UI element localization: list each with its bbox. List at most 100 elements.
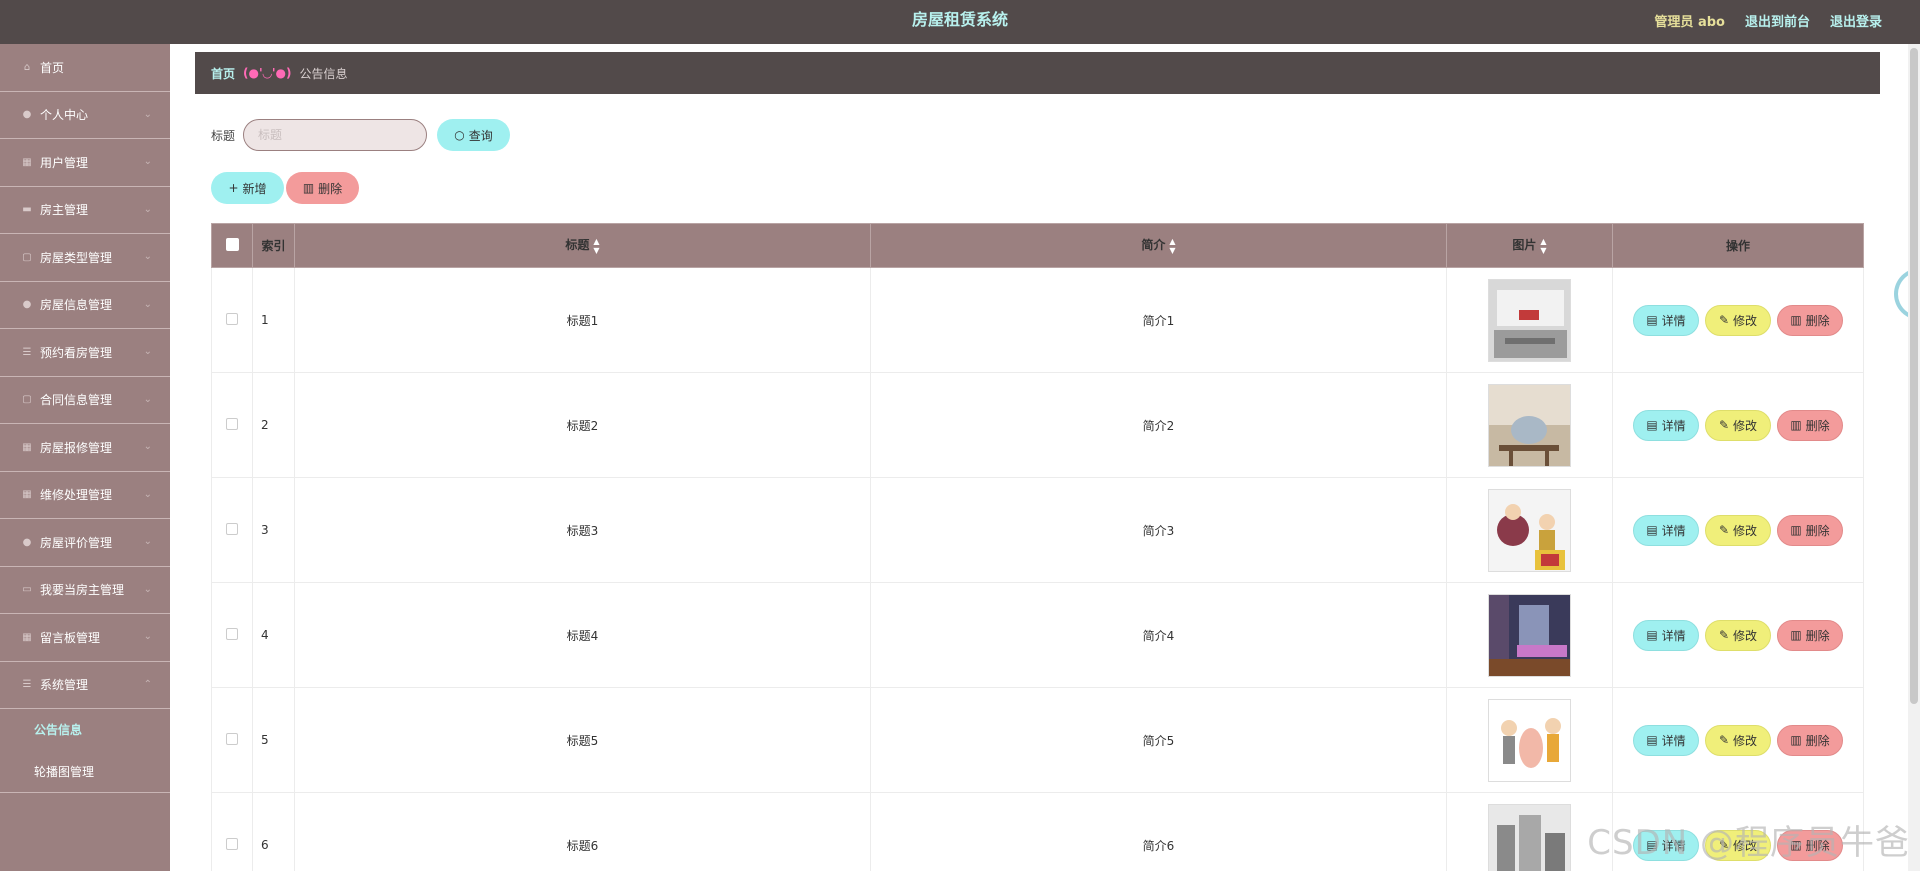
vertical-scrollbar[interactable] bbox=[1908, 44, 1920, 871]
row-checkbox[interactable] bbox=[226, 627, 238, 640]
sort-icon[interactable]: ▲ ▼ bbox=[593, 237, 599, 255]
row-title: 标题6 bbox=[294, 792, 871, 871]
sidebar-item-landlords[interactable]: ▬ 房主管理 ⌄ bbox=[0, 187, 170, 234]
sidebar-item-house-info[interactable]: ● 房屋信息管理 ⌄ bbox=[0, 282, 170, 329]
row-index: 5 bbox=[252, 687, 295, 793]
sidebar-item-label: 系统管理 bbox=[40, 678, 89, 693]
add-button[interactable]: + 新增 bbox=[211, 172, 284, 204]
row-checkbox[interactable] bbox=[226, 522, 238, 535]
table-row: 3 标题3 简介3 ▤ 详情 ✎ 修改 ▥ 删除 bbox=[211, 477, 1864, 583]
sidebar-item-reviews[interactable]: ● 房屋评价管理 ⌄ bbox=[0, 519, 170, 567]
detail-button[interactable]: ▤ 详情 bbox=[1633, 619, 1699, 651]
batch-delete-button[interactable]: ▥ 删除 bbox=[286, 172, 359, 204]
detail-button[interactable]: ▤ 详情 bbox=[1633, 304, 1699, 336]
title-search-input[interactable] bbox=[243, 119, 428, 151]
sidebar-item-label: 预约看房管理 bbox=[40, 345, 113, 360]
row-ops: ▤ 详情 ✎ 修改 ▥ 删除 bbox=[1612, 267, 1864, 373]
detail-label: 详情 bbox=[1661, 628, 1686, 643]
select-all-checkbox[interactable] bbox=[225, 237, 239, 251]
chevron-down-icon: ⌄ bbox=[143, 583, 152, 595]
row-checkbox[interactable] bbox=[226, 837, 238, 850]
detail-button[interactable]: ▤ 详情 bbox=[1633, 409, 1699, 441]
row-title: 标题4 bbox=[294, 582, 871, 688]
row-ops: ▤ 详情 ✎ 修改 ▥ 删除 bbox=[1612, 582, 1864, 688]
chevron-down-icon: ⌄ bbox=[143, 298, 152, 310]
edit-button[interactable]: ✎ 修改 bbox=[1705, 619, 1771, 651]
sidebar-item-repairs[interactable]: ▦ 房屋报修管理 ⌄ bbox=[0, 424, 170, 472]
sidebar-sub-carousel[interactable]: 轮播图管理 bbox=[0, 751, 170, 793]
detail-button[interactable]: ▤ 详情 bbox=[1633, 724, 1699, 756]
sidebar-item-messages[interactable]: ▦ 留言板管理 ⌄ bbox=[0, 614, 170, 662]
scrollbar-thumb[interactable] bbox=[1910, 48, 1918, 704]
sidebar-item-become-landlord[interactable]: ▭ 我要当房主管理 ⌄ bbox=[0, 567, 170, 614]
breadcrumb-home[interactable]: 首页 bbox=[211, 65, 235, 82]
delete-button[interactable]: ▥ 删除 bbox=[1777, 304, 1843, 336]
breadcrumb-current: 公告信息 bbox=[299, 66, 348, 81]
chevron-down-icon: ⌄ bbox=[143, 108, 152, 120]
row-title: 标题5 bbox=[294, 687, 871, 793]
sidebar-item-home[interactable]: ⌂ 首页 bbox=[0, 44, 170, 92]
sort-icon[interactable]: ▲ ▼ bbox=[1540, 237, 1546, 255]
row-select-cell[interactable] bbox=[211, 792, 253, 871]
delete-button[interactable]: ▥ 删除 bbox=[1777, 724, 1843, 756]
house-photo[interactable] bbox=[1488, 698, 1571, 782]
breadcrumb-separator: (●'◡'●) bbox=[243, 66, 292, 80]
row-checkbox[interactable] bbox=[226, 732, 238, 745]
detail-label: 详情 bbox=[1661, 733, 1686, 748]
search-bar: 标题 ○ 查询 bbox=[211, 119, 511, 151]
select-all-cell[interactable] bbox=[211, 223, 253, 268]
sidebar: ⌂ 首页 ● 个人中心 ⌄ ▦ 用户管理 ⌄ ▬ 房主管理 ⌄ ▢ 房屋类型管理… bbox=[0, 44, 170, 871]
col-title[interactable]: 标题 ▲ ▼ bbox=[294, 223, 871, 268]
edit-button[interactable]: ✎ 修改 bbox=[1705, 514, 1771, 546]
chevron-down-icon: ⌄ bbox=[143, 346, 152, 357]
chevron-down-icon: ⌄ bbox=[143, 488, 152, 500]
exit-to-front-link[interactable]: 退出到前台 bbox=[1745, 11, 1810, 30]
sidebar-item-system[interactable]: ☰ 系统管理 ⌃ bbox=[0, 662, 170, 709]
delete-button[interactable]: ▥ 删除 bbox=[1777, 409, 1843, 441]
sidebar-sub-notices[interactable]: 公告信息 bbox=[0, 709, 170, 751]
house-photo[interactable] bbox=[1488, 803, 1571, 871]
house-photo[interactable] bbox=[1488, 383, 1571, 467]
row-select-cell[interactable] bbox=[211, 372, 253, 478]
row-select-cell[interactable] bbox=[211, 267, 253, 373]
sort-icon[interactable]: ▲ ▼ bbox=[1169, 237, 1175, 255]
detail-button[interactable]: ▤ 详情 bbox=[1633, 514, 1699, 546]
house-photo[interactable] bbox=[1488, 488, 1571, 572]
col-image[interactable]: 图片 ▲ ▼ bbox=[1446, 223, 1613, 268]
doc-icon: ▢ bbox=[22, 251, 32, 263]
row-select-cell[interactable] bbox=[211, 582, 253, 688]
pencil-icon: ✎ bbox=[1718, 523, 1730, 537]
row-checkbox[interactable] bbox=[226, 417, 238, 430]
logout-link[interactable]: 退出登录 bbox=[1830, 11, 1882, 30]
plus-icon: + bbox=[228, 181, 239, 195]
row-checkbox[interactable] bbox=[226, 312, 238, 325]
sidebar-item-label: 用户管理 bbox=[40, 155, 89, 170]
sidebar-item-viewing[interactable]: ☰ 预约看房管理 ⌄ bbox=[0, 329, 170, 377]
edit-button[interactable]: ✎ 修改 bbox=[1705, 409, 1771, 441]
row-index: 2 bbox=[252, 372, 295, 478]
sidebar-item-users[interactable]: ▦ 用户管理 ⌄ bbox=[0, 139, 170, 187]
house-photo[interactable] bbox=[1488, 593, 1571, 677]
sidebar-item-house-types[interactable]: ▢ 房屋类型管理 ⌄ bbox=[0, 234, 170, 282]
delete-button[interactable]: ▥ 删除 bbox=[1777, 619, 1843, 651]
detail-label: 详情 bbox=[1661, 523, 1686, 538]
edit-button[interactable]: ✎ 修改 bbox=[1705, 304, 1771, 336]
edit-label: 修改 bbox=[1733, 313, 1758, 328]
edit-button[interactable]: ✎ 修改 bbox=[1705, 724, 1771, 756]
message-icon: ▬ bbox=[22, 204, 32, 216]
row-image-cell bbox=[1446, 477, 1613, 583]
delete-button[interactable]: ▥ 删除 bbox=[1777, 514, 1843, 546]
list-icon: ☰ bbox=[22, 346, 32, 358]
search-label: 标题 bbox=[211, 128, 236, 143]
row-title: 标题1 bbox=[294, 267, 871, 373]
list-icon: ☰ bbox=[22, 679, 32, 691]
sidebar-item-contracts[interactable]: ▢ 合同信息管理 ⌄ bbox=[0, 377, 170, 424]
row-select-cell[interactable] bbox=[211, 687, 253, 793]
query-button[interactable]: ○ 查询 bbox=[437, 119, 511, 151]
chevron-down-icon: ⌄ bbox=[143, 203, 152, 215]
house-photo[interactable] bbox=[1488, 278, 1571, 362]
row-select-cell[interactable] bbox=[211, 477, 253, 583]
col-intro[interactable]: 简介 ▲ ▼ bbox=[870, 223, 1447, 268]
sidebar-item-profile[interactable]: ● 个人中心 ⌄ bbox=[0, 92, 170, 139]
sidebar-item-maintenance[interactable]: ▦ 维修处理管理 ⌄ bbox=[0, 472, 170, 519]
